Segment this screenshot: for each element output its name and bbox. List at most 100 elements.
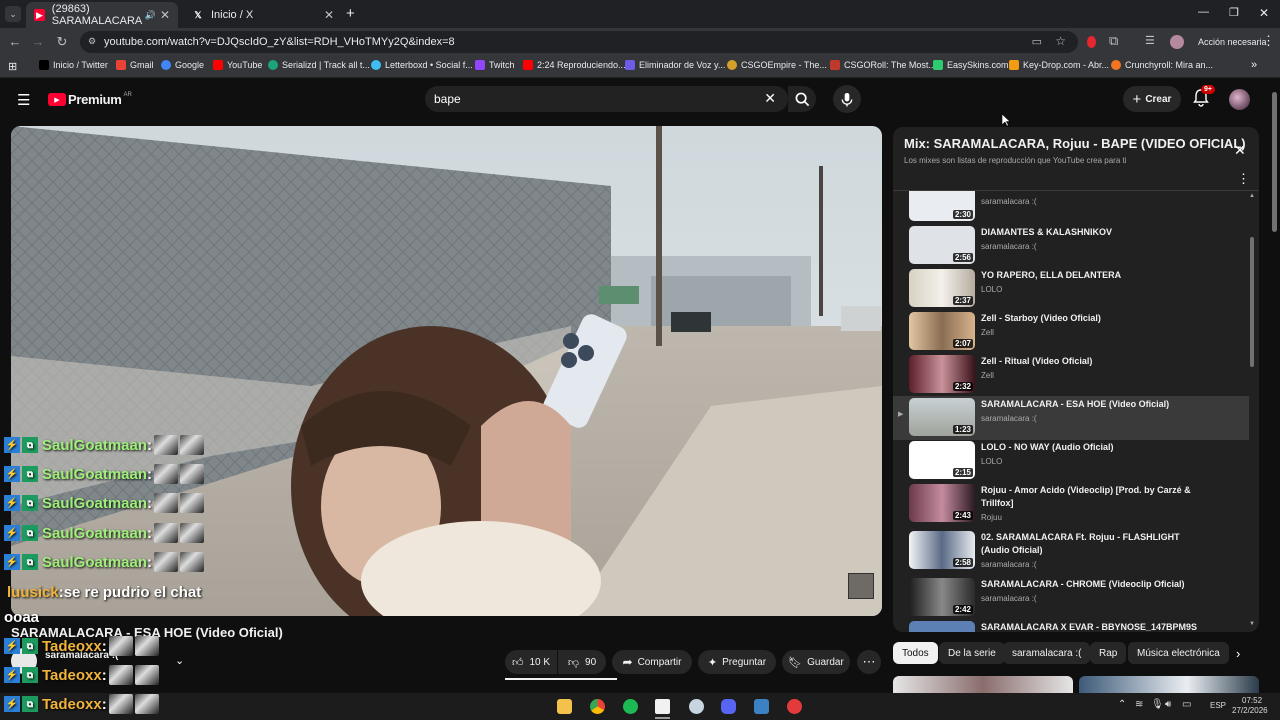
playlist-menu-icon[interactable]: ⋮ — [1237, 171, 1250, 187]
wifi-icon[interactable]: ≋ — [1135, 699, 1143, 710]
clock-time[interactable]: 07:52 — [1242, 696, 1262, 705]
forward-icon[interactable]: → — [30, 34, 46, 49]
new-tab-icon[interactable]: + — [346, 5, 355, 22]
playlist-item[interactable]: 2:42 SARAMALACARA - CHROME (Videoclip Of… — [893, 576, 1249, 620]
bookmark-item[interactable]: Google — [161, 60, 204, 70]
action-needed-button[interactable]: Acción necesaria — [1192, 32, 1273, 52]
chrome-menu-icon[interactable]: ⋮ — [1262, 33, 1275, 49]
youtube-premium-logo[interactable]: ▶ Premium AR — [48, 92, 132, 107]
dislike-button[interactable]: 👎︎ 90 — [558, 650, 606, 674]
minimize-icon[interactable]: — — [1198, 6, 1209, 18]
playlist-item[interactable]: SARAMALACARA X EVAR - BBYNOSE_147BPM9S — [893, 619, 1249, 632]
more-bookmarks-icon[interactable]: » — [1251, 59, 1257, 71]
tab-x[interactable]: 𝕏 Inicio / X ✕ — [184, 2, 342, 28]
page-scrollbar[interactable] — [1272, 92, 1277, 232]
expand-chevron-down-icon[interactable]: ⌄ — [175, 654, 184, 667]
chips-next-icon[interactable]: › — [1236, 646, 1240, 661]
notifications-button[interactable]: 9+ — [1193, 85, 1215, 112]
bookmark-item[interactable]: Eliminador de Voz y... — [625, 60, 725, 70]
bookmark-item[interactable]: Key-Drop.com - Abr... — [1009, 60, 1109, 70]
bookmark-item[interactable]: 2:24 Reproduciendo... — [523, 60, 626, 70]
chat-badges: ⚡ ⧉ — [4, 554, 38, 570]
back-icon[interactable]: ← — [7, 34, 23, 49]
recommendation-thumbnail[interactable] — [1079, 676, 1259, 693]
bookmark-item[interactable]: Twitch — [475, 60, 515, 70]
media-control-icon[interactable]: ☰ — [1145, 34, 1155, 47]
voice-search-button[interactable] — [833, 85, 861, 113]
site-info-icon[interactable]: ⚙ — [88, 36, 96, 47]
close-tab-icon[interactable]: ✕ — [160, 8, 170, 22]
chip-channel[interactable]: saramalacara :( — [1003, 642, 1091, 664]
battery-icon[interactable]: ▭ — [1182, 699, 1191, 710]
create-button[interactable]: + Crear — [1123, 86, 1181, 112]
spotify-icon[interactable] — [623, 699, 638, 714]
red-app-icon[interactable] — [787, 699, 802, 714]
clear-search-icon[interactable]: ✕ — [764, 90, 776, 107]
chip-electronic[interactable]: Música electrónica — [1128, 642, 1229, 664]
tab-search-button[interactable]: ⌄ — [5, 6, 21, 22]
like-button[interactable]: 👍︎ 10 K — [505, 650, 557, 674]
bookmark-star-icon[interactable]: ☆ — [1055, 34, 1066, 48]
channel-watermark[interactable] — [848, 573, 874, 599]
bookmark-item[interactable]: YouTube — [213, 60, 262, 70]
playlist-item[interactable]: 2:32 Zell - Ritual (Video Oficial) Zell — [893, 353, 1249, 397]
chip-series[interactable]: De la serie — [939, 642, 1005, 664]
playlist-scrollbar[interactable] — [1250, 237, 1254, 367]
ask-button[interactable]: ✦ Preguntar — [698, 650, 776, 674]
extension-red-icon[interactable] — [1087, 36, 1096, 48]
app-window-icon[interactable] — [754, 699, 769, 714]
save-button[interactable]: 🔖︎ Guardar — [782, 650, 850, 674]
chip-rap[interactable]: Rap — [1090, 642, 1127, 664]
close-window-icon[interactable]: ✕ — [1259, 6, 1269, 20]
tray-chevron-up-icon[interactable]: ⌃ — [1118, 699, 1126, 710]
bookmark-item[interactable]: Gmail — [116, 60, 154, 70]
reload-icon[interactable]: ↻ — [54, 34, 70, 50]
bookmark-item[interactable]: Letterboxd • Social f... — [371, 60, 473, 70]
discord-icon[interactable] — [721, 699, 736, 714]
playlist-item[interactable]: 2:07 Zell - Starboy (Video Oficial) Zell — [893, 310, 1249, 354]
playlist-item[interactable]: 2:15 LOLO - NO WAY (Audio Oficial) LOLO — [893, 439, 1249, 483]
playlist-item[interactable]: 2:30 saramalacara :( — [893, 191, 1249, 225]
restore-icon[interactable]: ❐ — [1229, 6, 1239, 19]
tab-youtube[interactable]: ▶ (29863) SARAMALACARA 🔊 ✕ — [26, 2, 178, 28]
close-playlist-icon[interactable]: ✕ — [1234, 142, 1246, 159]
speaker-icon[interactable]: 🔊 — [145, 10, 156, 21]
close-tab-icon[interactable]: ✕ — [324, 8, 334, 22]
chrome-icon[interactable] — [590, 699, 605, 714]
apps-grid-icon[interactable]: ⊞ — [8, 60, 17, 73]
file-explorer-icon[interactable] — [557, 699, 572, 714]
profile-avatar[interactable] — [1170, 35, 1184, 49]
keyboard-language[interactable]: ESP — [1210, 701, 1226, 710]
more-actions-button[interactable]: ⋯ — [857, 650, 881, 674]
playlist-item[interactable]: 2:43 Rojuu - Amor Acido (Videoclip) [Pro… — [893, 482, 1249, 530]
search-button[interactable] — [788, 86, 816, 112]
clock-date[interactable]: 27/2/2026 — [1232, 706, 1268, 715]
chip-all[interactable]: Todos — [893, 642, 938, 664]
account-avatar[interactable] — [1229, 89, 1250, 110]
share-button[interactable]: ➦ Compartir — [612, 650, 692, 674]
bookmark-item[interactable]: CSGOEmpire - The... — [727, 60, 827, 70]
url-input[interactable]: ⚙ youtube.com/watch?v=DJQscIdO_zY&list=R… — [80, 31, 1078, 53]
bookmark-item[interactable]: Inicio / Twitter — [39, 60, 108, 70]
bookmark-item[interactable]: EasySkins.com — [933, 60, 1009, 70]
steam-icon[interactable] — [689, 699, 704, 714]
menu-hamburger-icon[interactable]: ☰ — [17, 91, 30, 109]
bookmark-item[interactable]: Serializd | Track all t... — [268, 60, 370, 70]
scroll-up-icon[interactable]: ▲ — [1249, 193, 1255, 199]
search-input[interactable]: bape ✕ — [425, 86, 788, 112]
extensions-puzzle-icon[interactable]: ⧉ — [1109, 33, 1118, 49]
recommendation-thumbnail[interactable] — [893, 676, 1073, 693]
chat-username: ooaa — [4, 608, 40, 626]
playlist-item[interactable]: 2:58 02. SARAMALACARA Ft. Rojuu - FLASHL… — [893, 529, 1249, 577]
bookmark-item[interactable]: CSGORoll: The Most... — [830, 60, 936, 70]
bookmark-item[interactable]: Crunchyroll: Mira an... — [1111, 60, 1213, 70]
notepad-icon[interactable] — [655, 699, 670, 714]
playlist-item[interactable]: 2:56 DIAMANTES & KALASHNIKOV saramalacar… — [893, 224, 1249, 268]
cast-icon[interactable]: ▭ — [1032, 35, 1042, 48]
playlist-item[interactable]: 2:37 YO RAPERO, ELLA DELANTERA LOLO — [893, 267, 1249, 311]
volume-icon[interactable]: 🔊︎ — [1165, 699, 1171, 710]
playlist-item-current[interactable]: ▶ 1:23 SARAMALACARA - ESA HOE (Video Ofi… — [893, 396, 1249, 440]
microphone-tray-icon[interactable]: 🎙︎ — [1151, 699, 1164, 710]
scroll-down-icon[interactable]: ▼ — [1249, 621, 1255, 627]
youtube-icon — [523, 60, 533, 70]
